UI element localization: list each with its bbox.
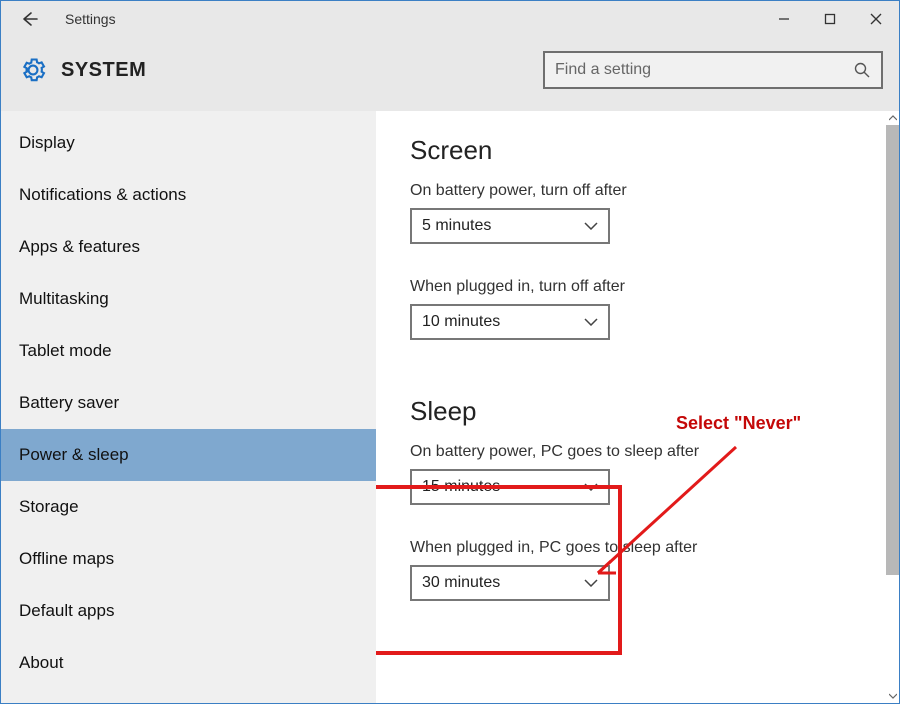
- dropdown-value: 5 minutes: [422, 217, 491, 235]
- sleep-battery-label: On battery power, PC goes to sleep after: [410, 443, 871, 461]
- sidebar-item-battery-saver[interactable]: Battery saver: [1, 377, 376, 429]
- maximize-button[interactable]: [807, 1, 853, 37]
- section-heading-sleep: Sleep: [410, 396, 871, 427]
- body-area: Display Notifications & actions Apps & f…: [1, 111, 899, 703]
- sidebar-item-display[interactable]: Display: [1, 117, 376, 169]
- category-title: SYSTEM: [61, 59, 146, 82]
- sidebar-item-about[interactable]: About: [1, 637, 376, 689]
- gear-icon: [19, 56, 47, 84]
- sleep-plugged-label: When plugged in, PC goes to sleep after: [410, 539, 871, 557]
- minimize-button[interactable]: [761, 1, 807, 37]
- sidebar-item-storage[interactable]: Storage: [1, 481, 376, 533]
- dropdown-value: 15 minutes: [422, 478, 500, 496]
- settings-window: Settings SYSTEM: [0, 0, 900, 704]
- screen-battery-dropdown[interactable]: 5 minutes: [410, 208, 610, 244]
- dropdown-value: 10 minutes: [422, 313, 500, 331]
- scroll-up-button[interactable]: [886, 111, 899, 125]
- sidebar-item-power-sleep[interactable]: Power & sleep: [1, 429, 376, 481]
- sidebar-item-tablet-mode[interactable]: Tablet mode: [1, 325, 376, 377]
- back-arrow-icon: [19, 9, 39, 29]
- vertical-scrollbar[interactable]: [886, 111, 899, 703]
- window-controls: [761, 1, 899, 37]
- section-heading-screen: Screen: [410, 135, 871, 166]
- sidebar-item-offline-maps[interactable]: Offline maps: [1, 533, 376, 585]
- back-button[interactable]: [9, 1, 49, 37]
- app-title: Settings: [65, 11, 116, 27]
- chevron-down-icon: [584, 483, 598, 491]
- scrollbar-thumb[interactable]: [886, 125, 899, 575]
- screen-plugged-dropdown[interactable]: 10 minutes: [410, 304, 610, 340]
- search-box[interactable]: [543, 51, 883, 89]
- screen-battery-label: On battery power, turn off after: [410, 182, 871, 200]
- sidebar: Display Notifications & actions Apps & f…: [1, 111, 376, 703]
- chevron-up-icon: [889, 115, 897, 121]
- annotation-text: Select "Never": [676, 413, 801, 434]
- search-input[interactable]: [555, 61, 835, 79]
- close-icon: [870, 13, 882, 25]
- category-left: SYSTEM: [19, 56, 146, 84]
- dropdown-value: 30 minutes: [422, 574, 500, 592]
- chevron-down-icon: [584, 579, 598, 587]
- maximize-icon: [824, 13, 836, 25]
- sidebar-item-apps-features[interactable]: Apps & features: [1, 221, 376, 273]
- close-button[interactable]: [853, 1, 899, 37]
- sleep-battery-dropdown[interactable]: 15 minutes: [410, 469, 610, 505]
- sleep-plugged-dropdown[interactable]: 30 minutes: [410, 565, 610, 601]
- minimize-icon: [778, 13, 790, 25]
- sidebar-item-default-apps[interactable]: Default apps: [1, 585, 376, 637]
- chevron-down-icon: [584, 318, 598, 326]
- chevron-down-icon: [889, 693, 897, 699]
- spacer: [410, 505, 871, 539]
- spacer: [410, 340, 871, 396]
- chevron-down-icon: [584, 222, 598, 230]
- spacer: [410, 244, 871, 278]
- content-pane: Screen On battery power, turn off after …: [376, 111, 899, 703]
- sidebar-item-multitasking[interactable]: Multitasking: [1, 273, 376, 325]
- screen-plugged-label: When plugged in, turn off after: [410, 278, 871, 296]
- sidebar-item-notifications[interactable]: Notifications & actions: [1, 169, 376, 221]
- titlebar-left: Settings: [9, 1, 116, 37]
- scroll-down-button[interactable]: [886, 689, 899, 703]
- titlebar: Settings: [1, 1, 899, 37]
- search-icon: [853, 61, 871, 79]
- category-header: SYSTEM: [1, 37, 899, 111]
